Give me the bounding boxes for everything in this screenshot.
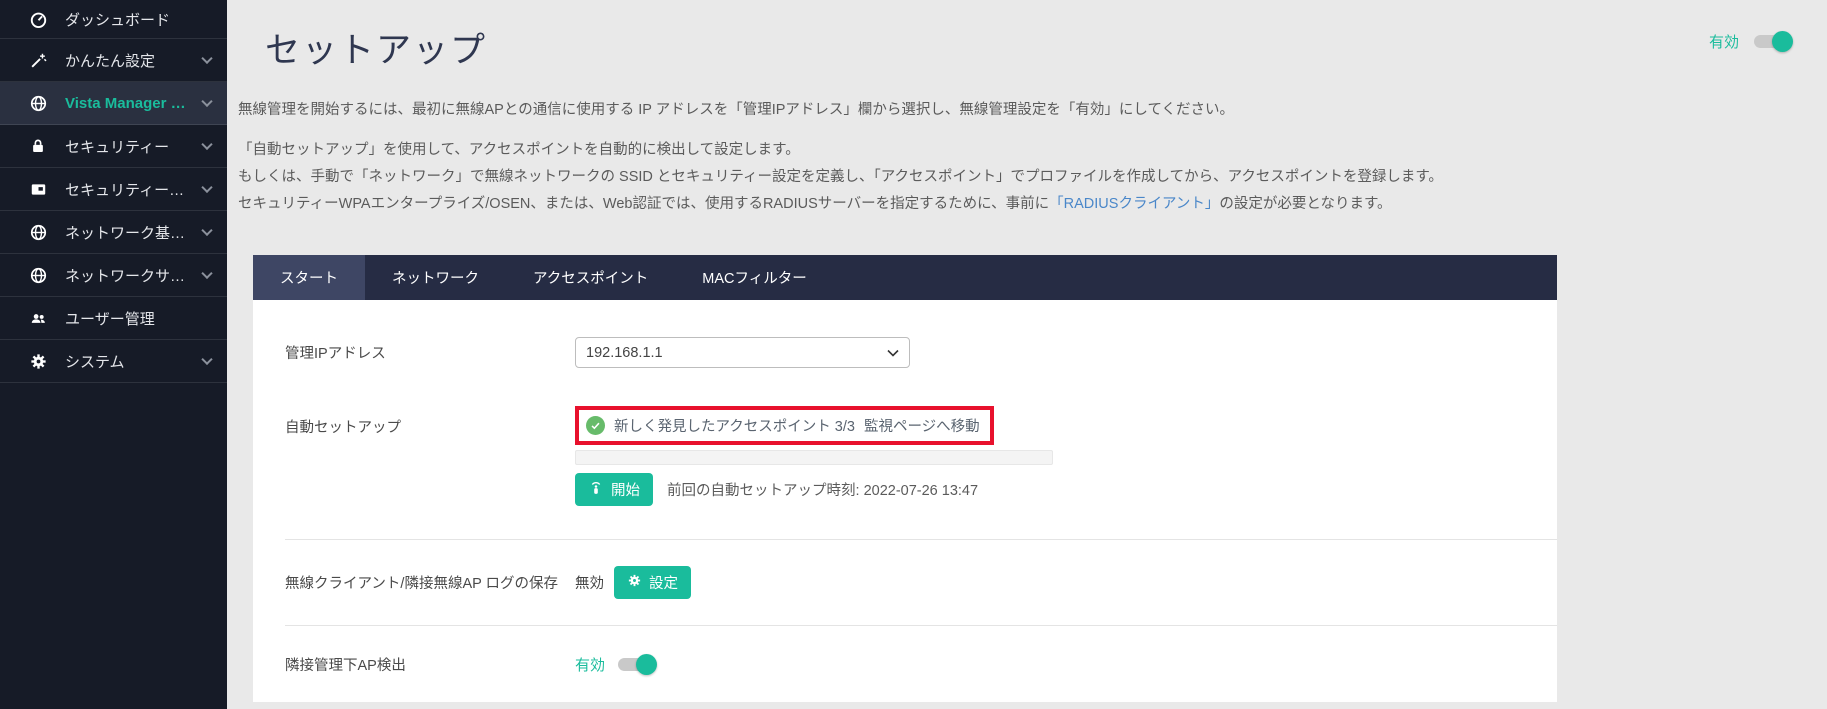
tab-network[interactable]: ネットワーク xyxy=(365,255,506,300)
chevron-down-icon xyxy=(201,225,212,236)
lock-icon xyxy=(28,136,48,156)
enable-label: 有効 xyxy=(1709,31,1739,52)
neighbor-ap-toggle[interactable] xyxy=(618,658,654,671)
log-settings-button[interactable]: 設定 xyxy=(614,566,691,599)
neighbor-ap-detect-value: 有効 xyxy=(575,654,654,675)
sidebar-item-easy-setup[interactable]: かんたん設定 xyxy=(0,39,227,82)
users-icon xyxy=(28,308,48,328)
sidebar-item-label: Vista Manager mini xyxy=(65,95,195,112)
management-ip-value: 192.168.1.1 xyxy=(586,345,663,361)
management-ip-select[interactable]: 192.168.1.1 xyxy=(575,337,910,368)
gear-icon xyxy=(627,573,642,592)
sidebar-item-label: セキュリティーライセ... xyxy=(65,179,195,200)
neighbor-ap-status: 有効 xyxy=(575,654,605,675)
neighbor-ap-detect-label: 隣接管理下AP検出 xyxy=(285,654,575,675)
chevron-down-icon xyxy=(201,139,212,150)
toggle-knob xyxy=(636,654,657,675)
license-card-icon xyxy=(28,179,48,199)
log-save-row: 無線クライアント/隣接無線AP ログの保存 無効 設定 xyxy=(285,540,1557,625)
settings-button-label: 設定 xyxy=(649,572,678,593)
chevron-down-icon xyxy=(201,354,212,365)
annotation-highlight: 新しく発見したアクセスポイント 3/3 監視ページへ移動 xyxy=(575,406,994,445)
check-circle-icon xyxy=(586,416,605,435)
tab-panel-start: 管理IPアドレス 192.168.1.1 自動セットアップ 新しく発 xyxy=(253,300,1557,703)
globe-icon xyxy=(28,222,48,242)
sidebar-item-user-management[interactable]: ユーザー管理 xyxy=(0,297,227,340)
antenna-icon xyxy=(588,479,604,500)
sidebar-item-label: かんたん設定 xyxy=(65,50,155,71)
auto-setup-row: 自動セットアップ 新しく発見したアクセスポイント 3/3 監視ページへ移動 xyxy=(285,406,1557,506)
last-run-value: 2022-07-26 13:47 xyxy=(864,483,979,499)
management-ip-row: 管理IPアドレス 192.168.1.1 xyxy=(285,337,1557,368)
main-content: セットアップ 有効 無線管理を開始するには、最初に無線APとの通信に使用する I… xyxy=(227,0,1827,709)
description-text: セキュリティーWPAエンタープライズ/OSEN、または、Web認証では、使用する… xyxy=(238,196,1049,212)
description-text: の設定が必要となります。 xyxy=(1219,196,1391,212)
log-save-status: 無効 xyxy=(575,572,604,593)
sidebar: ダッシュボード かんたん設定 Vista Manager mini セキュリティ… xyxy=(0,0,227,709)
sidebar-item-system[interactable]: システム xyxy=(0,340,227,383)
dashboard-icon xyxy=(28,9,48,29)
sidebar-item-label: セキュリティー xyxy=(65,136,169,157)
last-run-label: 前回の自動セットアップ時刻: xyxy=(667,483,860,499)
radius-client-link[interactable]: 「RADIUSクライアント」 xyxy=(1049,196,1219,212)
chevron-down-icon xyxy=(201,96,212,107)
globe-icon xyxy=(28,93,48,113)
toggle-knob xyxy=(1772,31,1793,52)
setup-card: スタート ネットワーク アクセスポイント MACフィルター 管理IPアドレス 1… xyxy=(253,255,1557,702)
log-save-value: 無効 設定 xyxy=(575,566,691,599)
sidebar-item-dashboard[interactable]: ダッシュボード xyxy=(0,0,227,39)
discovered-ap-text: 新しく発見したアクセスポイント 3/3 xyxy=(614,415,855,436)
select-chevron-icon xyxy=(887,345,899,361)
gear-icon xyxy=(28,351,48,371)
sidebar-item-label: ネットワーク基本設定 xyxy=(65,222,195,243)
wireless-management-enable: 有効 xyxy=(1709,31,1790,52)
start-row: 開始 前回の自動セットアップ時刻: 2022-07-26 13:47 xyxy=(575,473,1053,506)
wireless-management-toggle[interactable] xyxy=(1754,35,1790,48)
page-description: 無線管理を開始するには、最初に無線APとの通信に使用する IP アドレスを「管理… xyxy=(238,97,1798,218)
sidebar-item-label: システム xyxy=(65,351,125,372)
page-title: セットアップ xyxy=(265,22,487,73)
globe-icon xyxy=(28,265,48,285)
start-button[interactable]: 開始 xyxy=(575,473,653,506)
auto-setup-progress-bar xyxy=(575,450,1053,465)
chevron-down-icon xyxy=(201,268,212,279)
auto-setup-label: 自動セットアップ xyxy=(285,406,575,506)
sidebar-item-network-services[interactable]: ネットワークサービス xyxy=(0,254,227,297)
auto-setup-content: 新しく発見したアクセスポイント 3/3 監視ページへ移動 開始 前回の自動セット… xyxy=(575,406,1053,506)
management-ip-label: 管理IPアドレス xyxy=(285,342,575,363)
tab-mac-filter[interactable]: MACフィルター xyxy=(675,255,833,300)
sidebar-item-security[interactable]: セキュリティー xyxy=(0,125,227,168)
chevron-down-icon xyxy=(201,182,212,193)
sidebar-item-label: ダッシュボード xyxy=(65,9,170,30)
chevron-down-icon xyxy=(201,53,212,64)
sidebar-item-label: ユーザー管理 xyxy=(65,308,155,329)
tab-access-point[interactable]: アクセスポイント xyxy=(506,255,675,300)
description-line: 無線管理を開始するには、最初に無線APとの通信に使用する IP アドレスを「管理… xyxy=(238,97,1798,124)
last-run-info: 前回の自動セットアップ時刻: 2022-07-26 13:47 xyxy=(667,479,978,500)
tab-bar: スタート ネットワーク アクセスポイント MACフィルター xyxy=(253,255,1557,300)
neighbor-ap-detect-row: 隣接管理下AP検出 有効 xyxy=(285,626,1557,703)
magic-wand-icon xyxy=(28,50,48,70)
start-button-label: 開始 xyxy=(611,479,640,500)
sidebar-item-vista-manager-mini[interactable]: Vista Manager mini xyxy=(0,82,227,125)
description-line: 「自動セットアップ」を使用して、アクセスポイントを自動的に検出して設定します。 xyxy=(238,137,1798,164)
sidebar-item-network-basic[interactable]: ネットワーク基本設定 xyxy=(0,211,227,254)
sidebar-item-security-license[interactable]: セキュリティーライセ... xyxy=(0,168,227,211)
tab-start[interactable]: スタート xyxy=(253,255,365,300)
monitor-page-link[interactable]: 監視ページへ移動 xyxy=(864,415,980,436)
description-line: セキュリティーWPAエンタープライズ/OSEN、または、Web認証では、使用する… xyxy=(238,191,1798,218)
description-line: もしくは、手動で「ネットワーク」で無線ネットワークの SSID とセキュリティー… xyxy=(238,164,1798,191)
sidebar-item-label: ネットワークサービス xyxy=(65,265,195,286)
log-save-label: 無線クライアント/隣接無線AP ログの保存 xyxy=(285,572,575,593)
